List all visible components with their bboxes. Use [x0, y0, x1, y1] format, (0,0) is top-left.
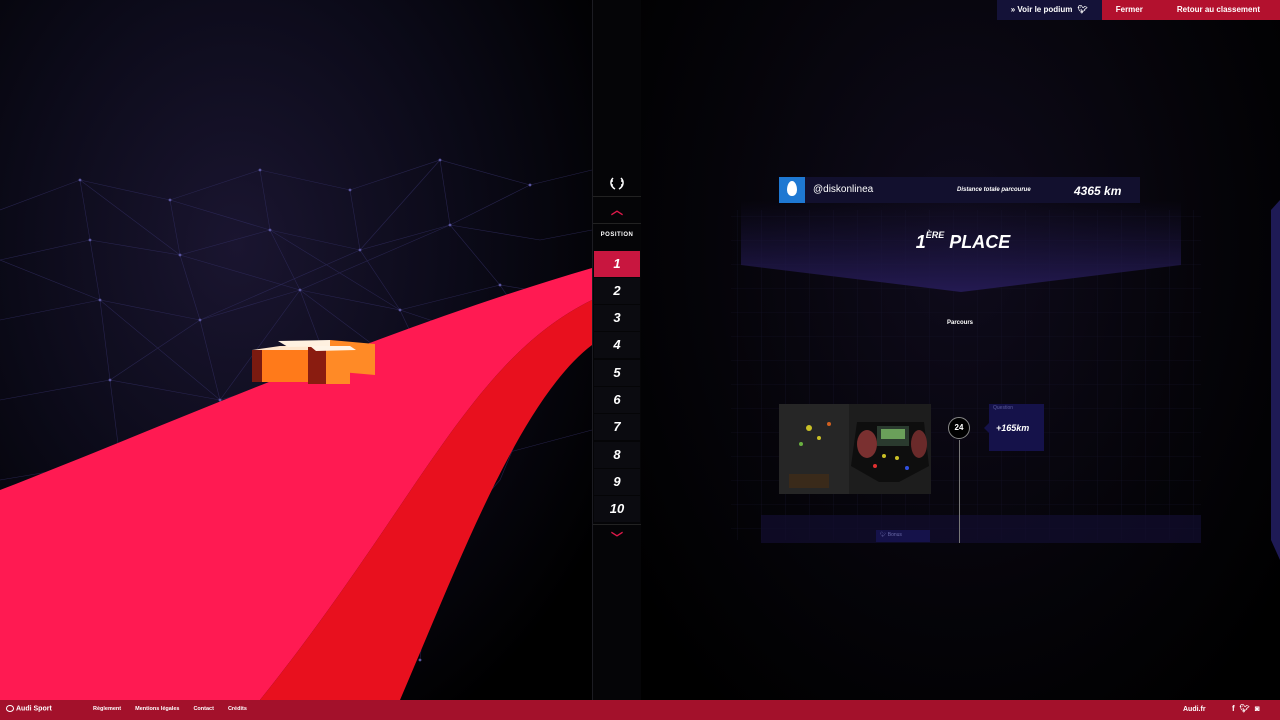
chevron-down-icon[interactable]: ﹀	[593, 529, 641, 546]
footer-link-reglement[interactable]: Règlement	[93, 706, 121, 712]
panel-background	[731, 200, 1280, 560]
network-background	[0, 158, 592, 700]
question-value: +165km	[996, 423, 1030, 433]
position-item-6[interactable]: 6	[594, 387, 640, 413]
distance-label: Distance totale parcourue	[957, 187, 1031, 193]
close-button[interactable]: Fermer	[1101, 0, 1157, 20]
rank-number: 1	[915, 232, 926, 252]
audi-sport-logo[interactable]: Audi Sport	[6, 705, 52, 712]
facebook-icon[interactable]: f	[1232, 704, 1235, 713]
question-card[interactable]: Question +165km	[989, 404, 1044, 451]
audi-site-link[interactable]: Audi.fr	[1183, 706, 1206, 713]
position-item-10[interactable]: 10	[594, 496, 640, 522]
footer-link-credits[interactable]: Crédits	[228, 706, 247, 712]
race-track	[0, 268, 592, 700]
audi-rings-icon	[6, 705, 14, 712]
position-label: POSITION	[600, 232, 634, 238]
footer: Audi Sport Règlement Mentions légales Co…	[0, 700, 1280, 720]
race-scene	[0, 0, 592, 700]
position-item-2[interactable]: 2	[594, 278, 640, 304]
back-to-ranking-button[interactable]: Retour au classement	[1156, 0, 1280, 20]
view-podium-label: » Voir le podium	[1010, 5, 1073, 14]
egg-avatar-icon	[779, 177, 805, 203]
user-bar: @diskonlinea Distance totale parcourue 4…	[779, 177, 1140, 203]
steering-wheel-image	[779, 404, 931, 494]
distance-value: 4365 km	[1074, 184, 1122, 198]
cockpit-photo[interactable]	[779, 404, 931, 494]
position-item-9[interactable]: 9	[594, 469, 640, 495]
twitter-icon[interactable]: 🐦︎	[1240, 704, 1250, 713]
question-marker[interactable]: 24	[948, 417, 970, 439]
laurel-icon	[610, 177, 624, 190]
position-rail: ︿ POSITION 1 2 3 4 5 6 7 8 9 10 ﹀	[592, 0, 642, 700]
footer-link-mentions[interactable]: Mentions légales	[135, 706, 179, 712]
footer-link-contact[interactable]: Contact	[193, 706, 213, 712]
route-title: Parcours	[946, 320, 973, 326]
footer-links: Règlement Mentions légales Contact Crédi…	[93, 706, 247, 712]
social-links: f 🐦︎ ◙	[1232, 704, 1260, 713]
position-item-4[interactable]: 4	[594, 332, 640, 358]
question-label: Question	[993, 405, 1014, 411]
route-timeline	[959, 440, 960, 543]
twitter-icon: 🐦︎	[880, 532, 888, 538]
position-item-1[interactable]: 1	[594, 251, 640, 277]
position-item-5[interactable]: 5	[594, 360, 640, 386]
brand-label: Audi Sport	[16, 705, 52, 713]
username[interactable]: @diskonlinea	[813, 184, 873, 195]
instagram-icon[interactable]: ◙	[1255, 704, 1260, 713]
position-item-7[interactable]: 7	[594, 414, 640, 440]
twitter-icon: 🐦︎	[1077, 5, 1088, 14]
bonus-label: Bonus	[887, 532, 902, 538]
top-nav: » Voir le podium 🐦︎ Fermer Retour au cla…	[996, 0, 1280, 20]
bonus-card[interactable]: 🐦︎ Bonus	[876, 530, 930, 542]
player-detail-panel	[641, 0, 1280, 700]
rank-title: 1ÈRE PLACE	[880, 230, 1046, 253]
chevron-up-icon[interactable]: ︿	[593, 201, 641, 218]
view-podium-button[interactable]: » Voir le podium 🐦︎	[996, 0, 1102, 20]
position-item-3[interactable]: 3	[594, 305, 640, 331]
position-item-8[interactable]: 8	[594, 442, 640, 468]
rank-label: PLACE	[949, 232, 1011, 252]
rank-suffix: ÈRE	[925, 230, 945, 240]
